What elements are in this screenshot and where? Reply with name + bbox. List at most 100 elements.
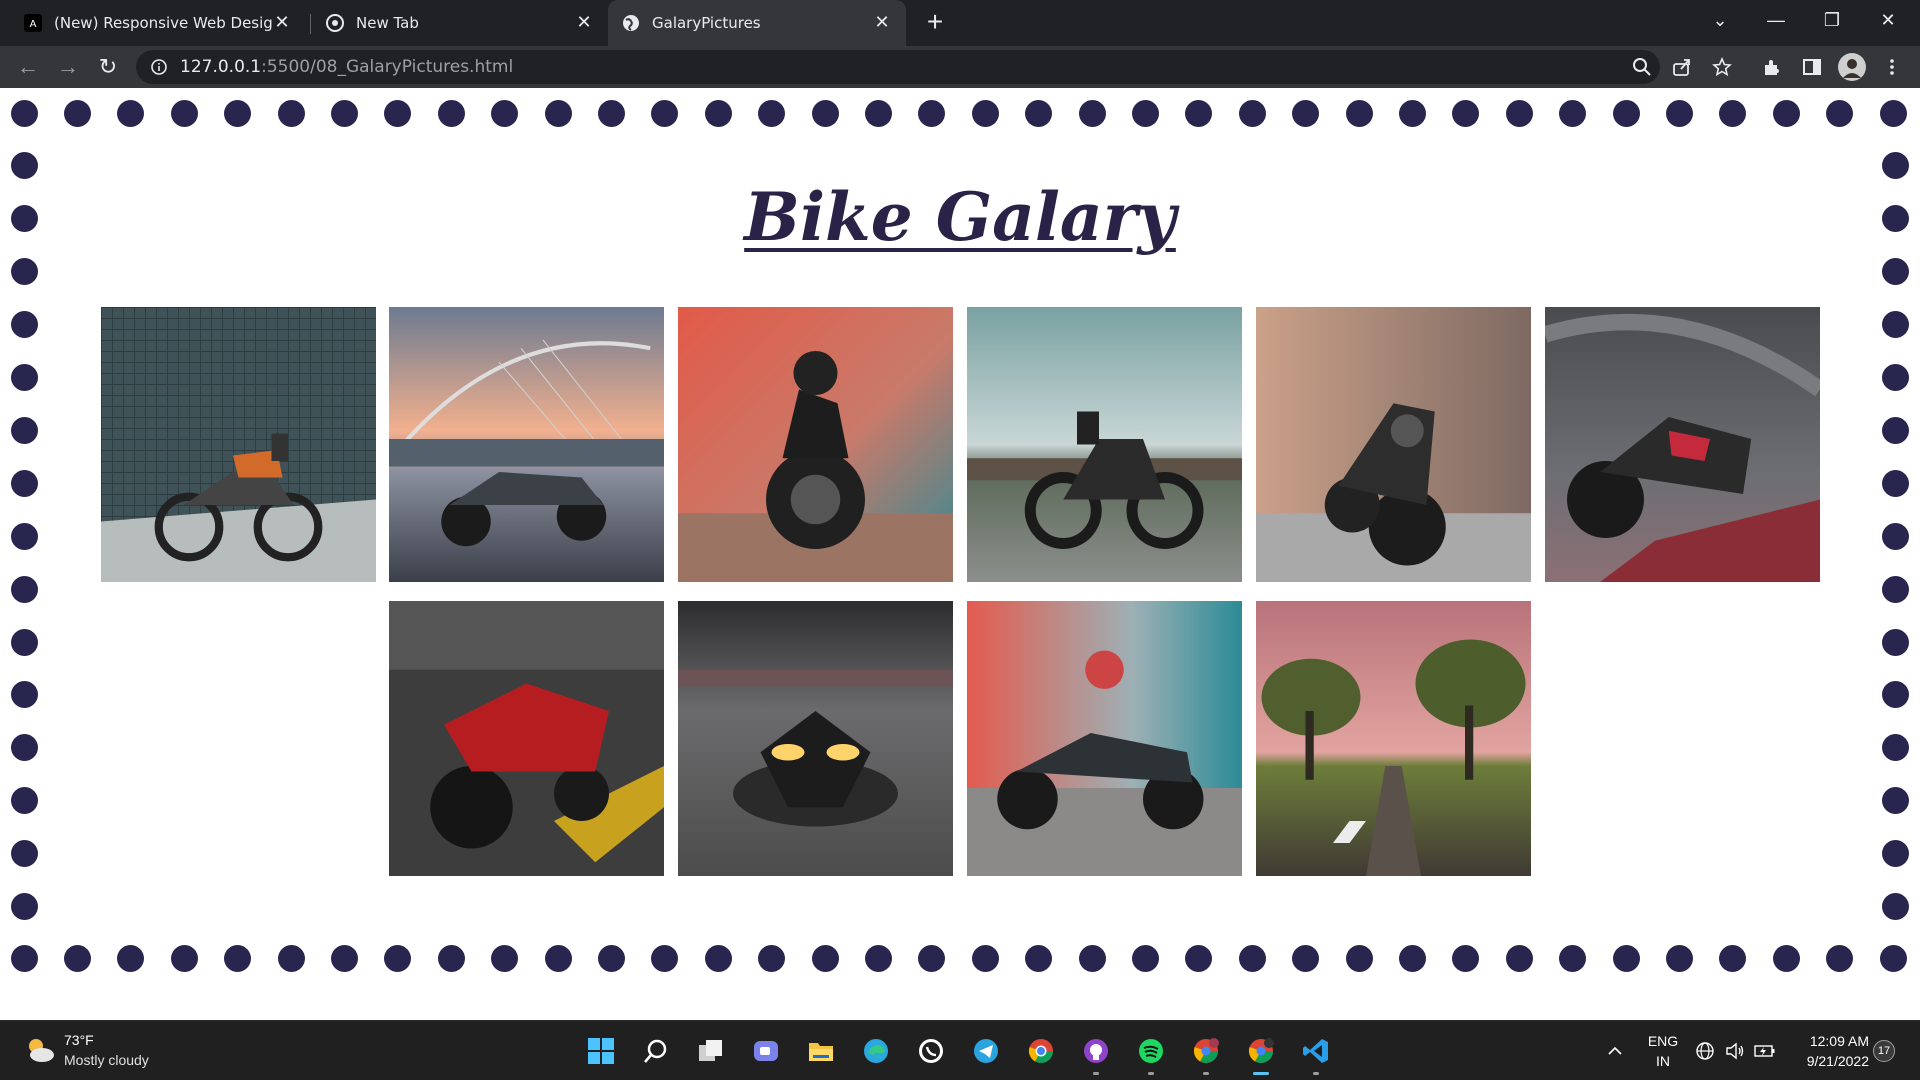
border-dot-top	[1398, 99, 1426, 127]
chrome-profile-icon	[1193, 1038, 1219, 1064]
tab-galary-pictures[interactable]: GalaryPictures ✕	[608, 0, 906, 46]
tab-title: (New) Responsive Web Design C	[54, 14, 272, 32]
border-dot-left	[10, 734, 38, 762]
github-desktop-button[interactable]	[1078, 1033, 1114, 1075]
border-dot-bottom	[704, 944, 732, 972]
gallery-image-red-bike-garage[interactable]	[389, 601, 664, 876]
chrome-button[interactable]	[1023, 1033, 1059, 1069]
reload-button[interactable]: ↻	[92, 51, 124, 83]
url-host: 127.0.0.1	[180, 57, 262, 77]
border-dot-bottom	[1131, 944, 1159, 972]
browser-tab-strip: A (New) Responsive Web Design C ✕ New Ta…	[0, 0, 1920, 46]
clock[interactable]: 12:09 AM 9/21/2022	[1793, 1031, 1869, 1071]
clock-time: 12:09 AM	[1809, 1033, 1869, 1049]
teams-chat-icon	[754, 1041, 778, 1061]
border-dot-bottom	[1505, 944, 1533, 972]
zoom-icon[interactable]	[1630, 55, 1654, 79]
folder-icon	[809, 1043, 833, 1061]
border-dot-top	[1345, 99, 1373, 127]
chrome-active-button[interactable]	[1243, 1033, 1279, 1075]
gallery-image-bike-bridge[interactable]	[389, 307, 664, 582]
border-dot-right	[1881, 893, 1909, 920]
tab-new-tab[interactable]: New Tab ✕	[312, 0, 608, 46]
language-indicator[interactable]: ENG IN	[1643, 1031, 1683, 1071]
site-info-icon[interactable]	[150, 58, 168, 76]
restore-button[interactable]: ❐	[1804, 0, 1860, 40]
gallery-image-tree-road[interactable]	[1256, 601, 1531, 876]
extensions-icon[interactable]	[1760, 55, 1784, 79]
share-icon[interactable]	[1670, 55, 1694, 79]
network-button[interactable]	[1693, 1033, 1717, 1069]
teams-chat-button[interactable]	[748, 1033, 784, 1069]
task-view-button[interactable]	[693, 1033, 729, 1069]
new-tab-button[interactable]: +	[920, 8, 950, 38]
gallery-image-electric-bike[interactable]	[101, 307, 376, 582]
spotify-button[interactable]	[1133, 1033, 1169, 1075]
gallery-image-bike-street[interactable]	[1256, 307, 1531, 582]
show-hidden-icons-button[interactable]	[1603, 1033, 1627, 1069]
border-dot-top	[170, 99, 198, 127]
close-tab-icon[interactable]: ✕	[574, 13, 594, 33]
border-dot-right	[1881, 364, 1909, 391]
file-explorer-button[interactable]	[803, 1033, 839, 1069]
tab-responsive-web-design[interactable]: A (New) Responsive Web Design C ✕	[10, 0, 306, 46]
whatsapp-button[interactable]	[913, 1033, 949, 1069]
minimize-button[interactable]: —	[1748, 0, 1804, 40]
vscode-button[interactable]	[1298, 1033, 1334, 1075]
border-dot-bottom	[918, 944, 946, 972]
gallery-image-sportbike-overpass[interactable]	[1545, 307, 1820, 582]
address-bar[interactable]: 127.0.0.1:5500/08_GalaryPictures.html	[136, 50, 1660, 84]
close-tab-icon[interactable]: ✕	[272, 13, 292, 33]
border-dot-right	[1881, 681, 1909, 709]
border-dot-left	[10, 840, 38, 868]
border-dot-top	[651, 99, 679, 127]
weather-widget[interactable]: 73°F Mostly cloudy	[24, 1030, 149, 1070]
border-dot-top	[384, 99, 412, 127]
border-dot-top	[1292, 99, 1320, 127]
search-button[interactable]	[638, 1033, 674, 1069]
gallery-image-bike-headlights[interactable]	[678, 601, 953, 876]
forward-button[interactable]: →	[52, 51, 84, 83]
telegram-button[interactable]	[968, 1033, 1004, 1069]
chrome-profile-button[interactable]	[1188, 1033, 1224, 1075]
gallery-image-bike-field[interactable]	[967, 307, 1242, 582]
battery-charging-icon	[1754, 1045, 1775, 1057]
close-window-button[interactable]: ✕	[1860, 0, 1916, 40]
github-icon	[1084, 1039, 1108, 1063]
border-dot-top	[811, 99, 839, 127]
chrome-menu-icon[interactable]	[1880, 55, 1904, 79]
edge-button[interactable]	[858, 1033, 894, 1069]
border-dot-right	[1881, 469, 1909, 497]
tab-search-icon[interactable]: ⌄	[1692, 0, 1748, 40]
cloudy-weather-icon	[29, 1039, 54, 1062]
border-dot-bottom	[437, 944, 465, 972]
volume-button[interactable]	[1723, 1033, 1747, 1069]
side-panel-icon[interactable]	[1800, 55, 1824, 79]
battery-button[interactable]	[1753, 1033, 1777, 1069]
gallery-image-rider-red-smoke[interactable]	[678, 307, 953, 582]
border-dot-bottom	[330, 944, 358, 972]
close-tab-icon[interactable]: ✕	[872, 13, 892, 33]
border-dot-bottom	[117, 944, 145, 972]
profile-avatar[interactable]	[1838, 53, 1866, 81]
whatsapp-icon	[919, 1039, 943, 1063]
border-dot-top	[1772, 99, 1800, 127]
border-dot-bottom	[491, 944, 519, 972]
back-button[interactable]: ←	[12, 51, 44, 83]
edge-icon	[864, 1039, 888, 1063]
bookmark-star-icon[interactable]	[1710, 55, 1734, 79]
border-dot-right	[1881, 152, 1909, 180]
border-dot-left	[10, 416, 38, 444]
border-dot-bottom	[1826, 944, 1854, 972]
border-dot-left	[10, 681, 38, 709]
notification-badge[interactable]: 17	[1873, 1040, 1895, 1062]
border-dot-bottom	[1665, 944, 1693, 972]
spotify-icon	[1139, 1039, 1163, 1063]
start-button[interactable]	[583, 1033, 619, 1069]
gallery-image-rider-smoke-flare[interactable]	[967, 601, 1242, 876]
running-indicator	[1203, 1072, 1209, 1075]
chrome-icon	[1248, 1038, 1274, 1064]
chrome-icon	[326, 14, 344, 32]
border-dot-right	[1881, 311, 1909, 339]
border-dot-top	[491, 99, 519, 127]
